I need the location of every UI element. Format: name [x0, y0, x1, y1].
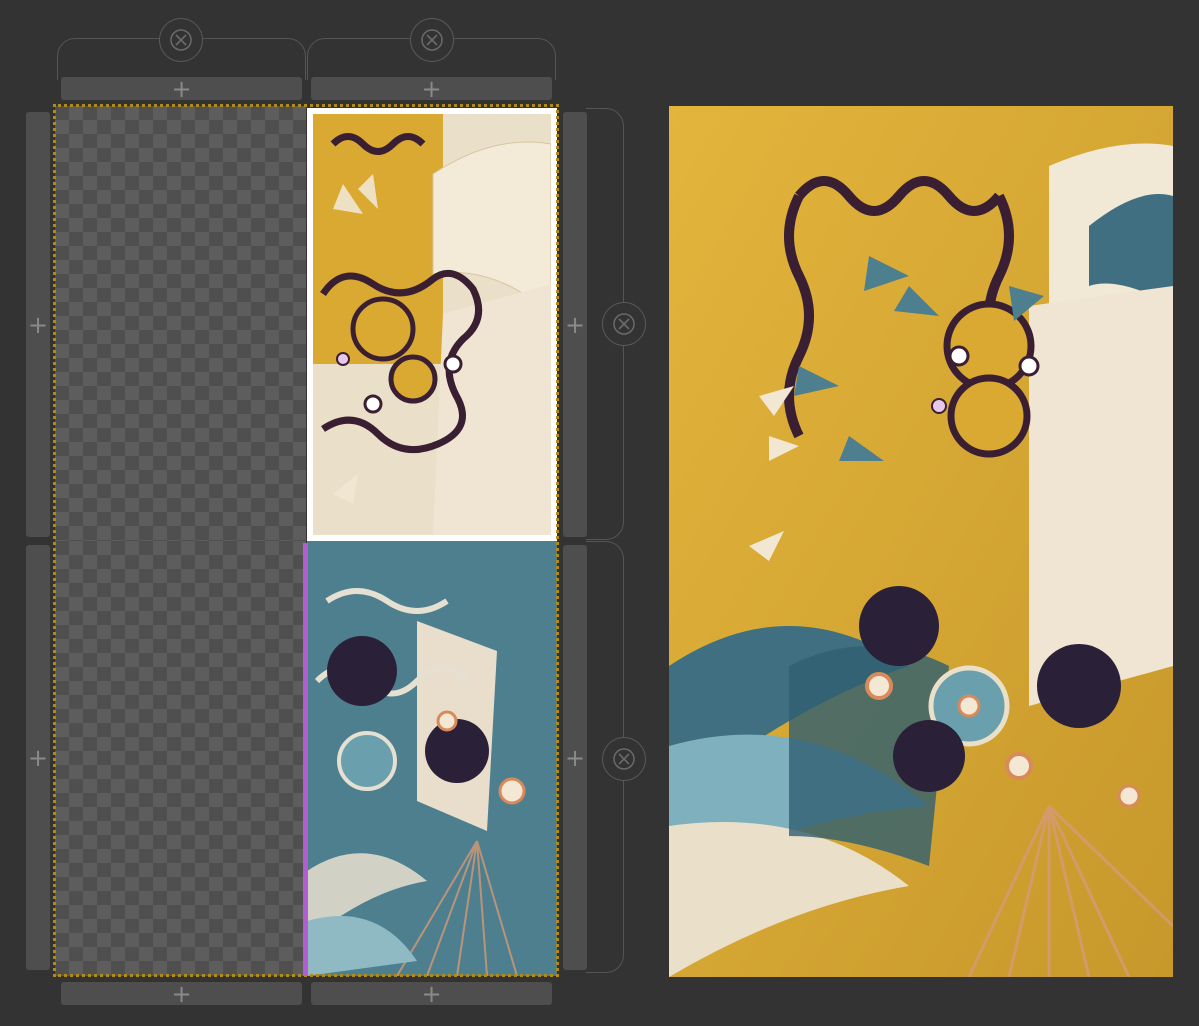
- split-indicator[interactable]: [303, 543, 308, 976]
- plus-icon: +: [27, 310, 49, 339]
- plus-icon: +: [421, 74, 442, 103]
- artwork-thumbnail-teal: [307, 541, 557, 976]
- close-circle-icon: [613, 748, 635, 770]
- close-circle-icon: [170, 29, 192, 51]
- remove-column-1-button[interactable]: [159, 18, 203, 62]
- plus-icon: +: [171, 74, 192, 103]
- plus-icon: +: [171, 979, 192, 1008]
- grid-cell-r1c1-empty[interactable]: [55, 106, 306, 541]
- close-circle-icon: [613, 313, 635, 335]
- grid-cell-r1c2-image[interactable]: [307, 108, 557, 541]
- artwork-thumbnail-yellow: [313, 114, 551, 535]
- add-row-left-1-button[interactable]: +: [26, 112, 50, 537]
- plus-icon: +: [421, 979, 442, 1008]
- preview-image: [669, 106, 1173, 977]
- remove-column-2-button[interactable]: [410, 18, 454, 62]
- add-row-right-2-button[interactable]: +: [563, 545, 587, 970]
- add-column-bottom-1-button[interactable]: +: [61, 979, 302, 1008]
- close-circle-icon: [421, 29, 443, 51]
- add-column-top-1-button[interactable]: +: [61, 74, 302, 103]
- grid-cell-r2c2-image[interactable]: [307, 541, 557, 976]
- remove-row-1-button[interactable]: [602, 302, 646, 346]
- add-column-bottom-2-button[interactable]: +: [311, 979, 552, 1008]
- artwork-preview: [669, 106, 1173, 977]
- plus-icon: +: [564, 310, 586, 339]
- add-row-right-1-button[interactable]: +: [563, 112, 587, 537]
- plus-icon: +: [564, 743, 586, 772]
- add-column-top-2-button[interactable]: +: [311, 74, 552, 103]
- remove-row-2-button[interactable]: [602, 737, 646, 781]
- plus-icon: +: [27, 743, 49, 772]
- grid-cell-r2c1-empty[interactable]: [55, 541, 306, 976]
- add-row-left-2-button[interactable]: +: [26, 545, 50, 970]
